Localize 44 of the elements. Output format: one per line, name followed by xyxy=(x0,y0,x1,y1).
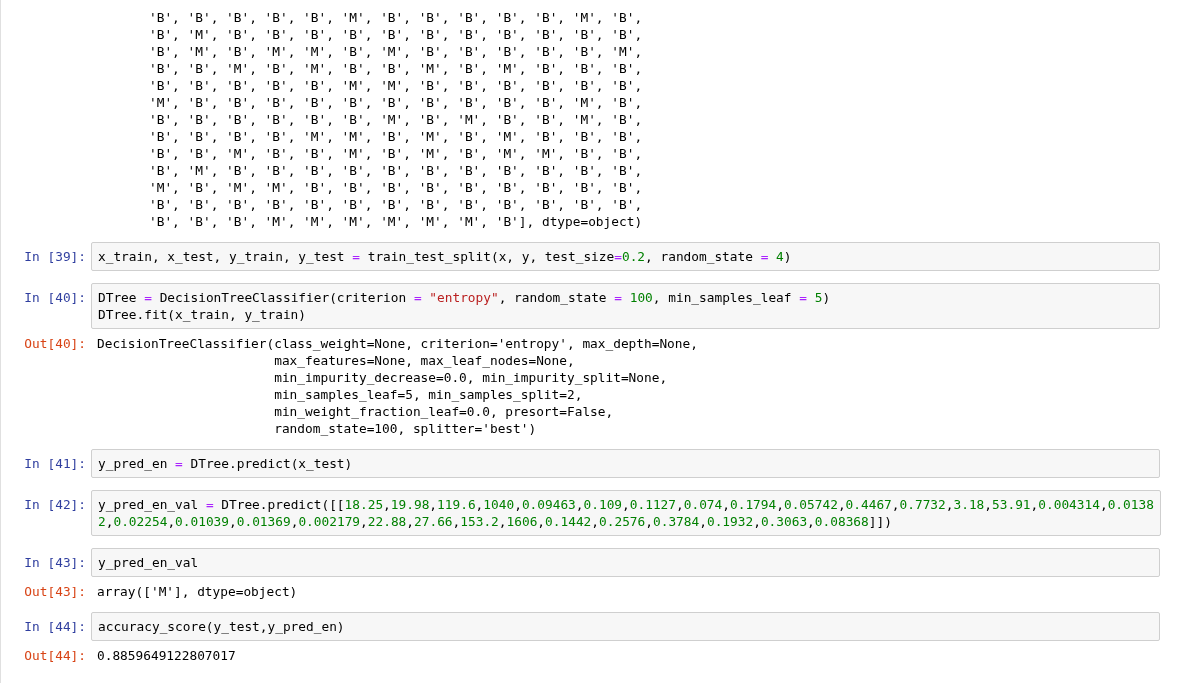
code-cell[interactable]: DTree = DecisionTreeClassifier(criterion = "entropy", random_state = 100, min_samples_leaf = 5) DTree.fit(x_train, y_train) xyxy=(91,283,1160,329)
code-cell[interactable]: accuracy_score(y_test,y_pred_en) xyxy=(91,612,1160,641)
code-line: DTree = DecisionTreeClassifier(criterion = "entropy", random_state = 100, min_samples_leaf = 5) xyxy=(98,289,832,306)
input-prompt: In [42]: xyxy=(24,496,86,513)
code-cell[interactable]: x_train, x_test, y_train, y_test = train_test_split(x, y, test_size=0.2, random_state = 4) xyxy=(91,242,1160,271)
code-cell[interactable] xyxy=(91,490,1161,536)
output-line: 'B', 'M', 'B', 'B', 'B', 'B', 'B', 'B', 'B', 'B', 'B', 'B', 'B', xyxy=(149,162,643,179)
code-line: y_pred_en = DTree.predict(x_test) xyxy=(98,455,354,472)
output-line: random_state=100, splitter='best') xyxy=(273,420,537,437)
input-prompt: In [40]: xyxy=(24,289,86,306)
output-line: 0.8859649122807017 xyxy=(97,647,236,664)
output-prompt: Out[40]: xyxy=(24,335,86,352)
output-line: 'B', 'B', 'M', 'B', 'M', 'B', 'B', 'M', 'B', 'M', 'B', 'B', 'B', xyxy=(149,60,643,77)
output-line: min_impurity_decrease=0.0, min_impurity_split=None, xyxy=(273,369,668,386)
input-prompt: In [44]: xyxy=(24,618,86,635)
output-line: 'B', 'B', 'B', 'B', 'B', 'B', 'M', 'B', 'M', 'B', 'B', 'M', 'B', xyxy=(149,111,643,128)
code-line: x_train, x_test, y_train, y_test = train_test_split(x, y, test_size=0.2, random_state = 4) xyxy=(98,248,793,265)
output-line: max_features=None, max_leaf_nodes=None, xyxy=(273,352,575,369)
code-line: accuracy_score(y_test,y_pred_en) xyxy=(98,618,346,635)
output-prompt: Out[43]: xyxy=(24,583,86,600)
input-prompt: In [39]: xyxy=(24,248,86,265)
output-line: 'B', 'B', 'B', 'B', 'B', 'M', 'M', 'B', 'B', 'B', 'B', 'B', 'B', xyxy=(149,77,643,94)
output-line: 'M', 'B', 'B', 'B', 'B', 'B', 'B', 'B', 'B', 'B', 'B', 'M', 'B', xyxy=(149,94,643,111)
code-line: 2,0.02254,0.01039,0.01369,0.002179,22.88,27.66,153.2,1606,0.1442,0.2576,0.3784,0.1932,0.3063,0.08368]]) xyxy=(98,513,893,530)
output-prompt: Out[44]: xyxy=(24,647,86,664)
code-cell[interactable]: y_pred_en_val xyxy=(91,548,1160,577)
output-line: min_weight_fraction_leaf=0.0, presort=False, xyxy=(273,403,614,420)
output-line: DecisionTreeClassifier(class_weight=None, criterion='entropy', max_depth=None, xyxy=(97,335,698,352)
code-line: y_pred_en_val = DTree.predict([[18.25,19.98,119.6,1040,0.09463,0.109,0.1127,0.074,0.1794,0.05742,0.4467,0.7732,3.18,53.91,0.004314,0.0138 xyxy=(98,496,1154,513)
code-line: DTree.fit(x_train, y_train) xyxy=(98,306,308,323)
input-prompt: In [41]: xyxy=(24,455,86,472)
output-line: 'B', 'M', 'B', 'B', 'B', 'B', 'B', 'B', 'B', 'B', 'B', 'B', 'B', xyxy=(149,26,643,43)
code-line: y_pred_en_val xyxy=(98,554,200,571)
input-prompt: In [43]: xyxy=(24,554,86,571)
output-line: 'B', 'B', 'B', 'M', 'M', 'M', 'M', 'M', 'M', 'B'], dtype=object) xyxy=(149,213,643,230)
output-line: 'B', 'B', 'B', 'B', 'M', 'M', 'B', 'M', 'B', 'M', 'B', 'B', 'B', xyxy=(149,128,643,145)
output-line: 'B', 'B', 'M', 'B', 'B', 'M', 'B', 'M', 'B', 'M', 'M', 'B', 'B', xyxy=(149,145,643,162)
output-line: 'B', 'B', 'B', 'B', 'B', 'B', 'B', 'B', 'B', 'B', 'B', 'B', 'B', xyxy=(149,196,643,213)
code-cell[interactable]: y_pred_en = DTree.predict(x_test) xyxy=(91,449,1160,478)
output-line: array(['M'], dtype=object) xyxy=(97,583,298,600)
output-line: 'B', 'B', 'B', 'B', 'B', 'M', 'B', 'B', 'B', 'B', 'B', 'M', 'B', xyxy=(149,9,643,26)
output-line: min_samples_leaf=5, min_samples_split=2, xyxy=(273,386,583,403)
output-line: 'B', 'M', 'B', 'M', 'M', 'B', 'M', 'B', 'B', 'B', 'B', 'B', 'M', xyxy=(149,43,643,60)
output-line: 'M', 'B', 'M', 'M', 'B', 'B', 'B', 'B', 'B', 'B', 'B', 'B', 'B', xyxy=(149,179,643,196)
